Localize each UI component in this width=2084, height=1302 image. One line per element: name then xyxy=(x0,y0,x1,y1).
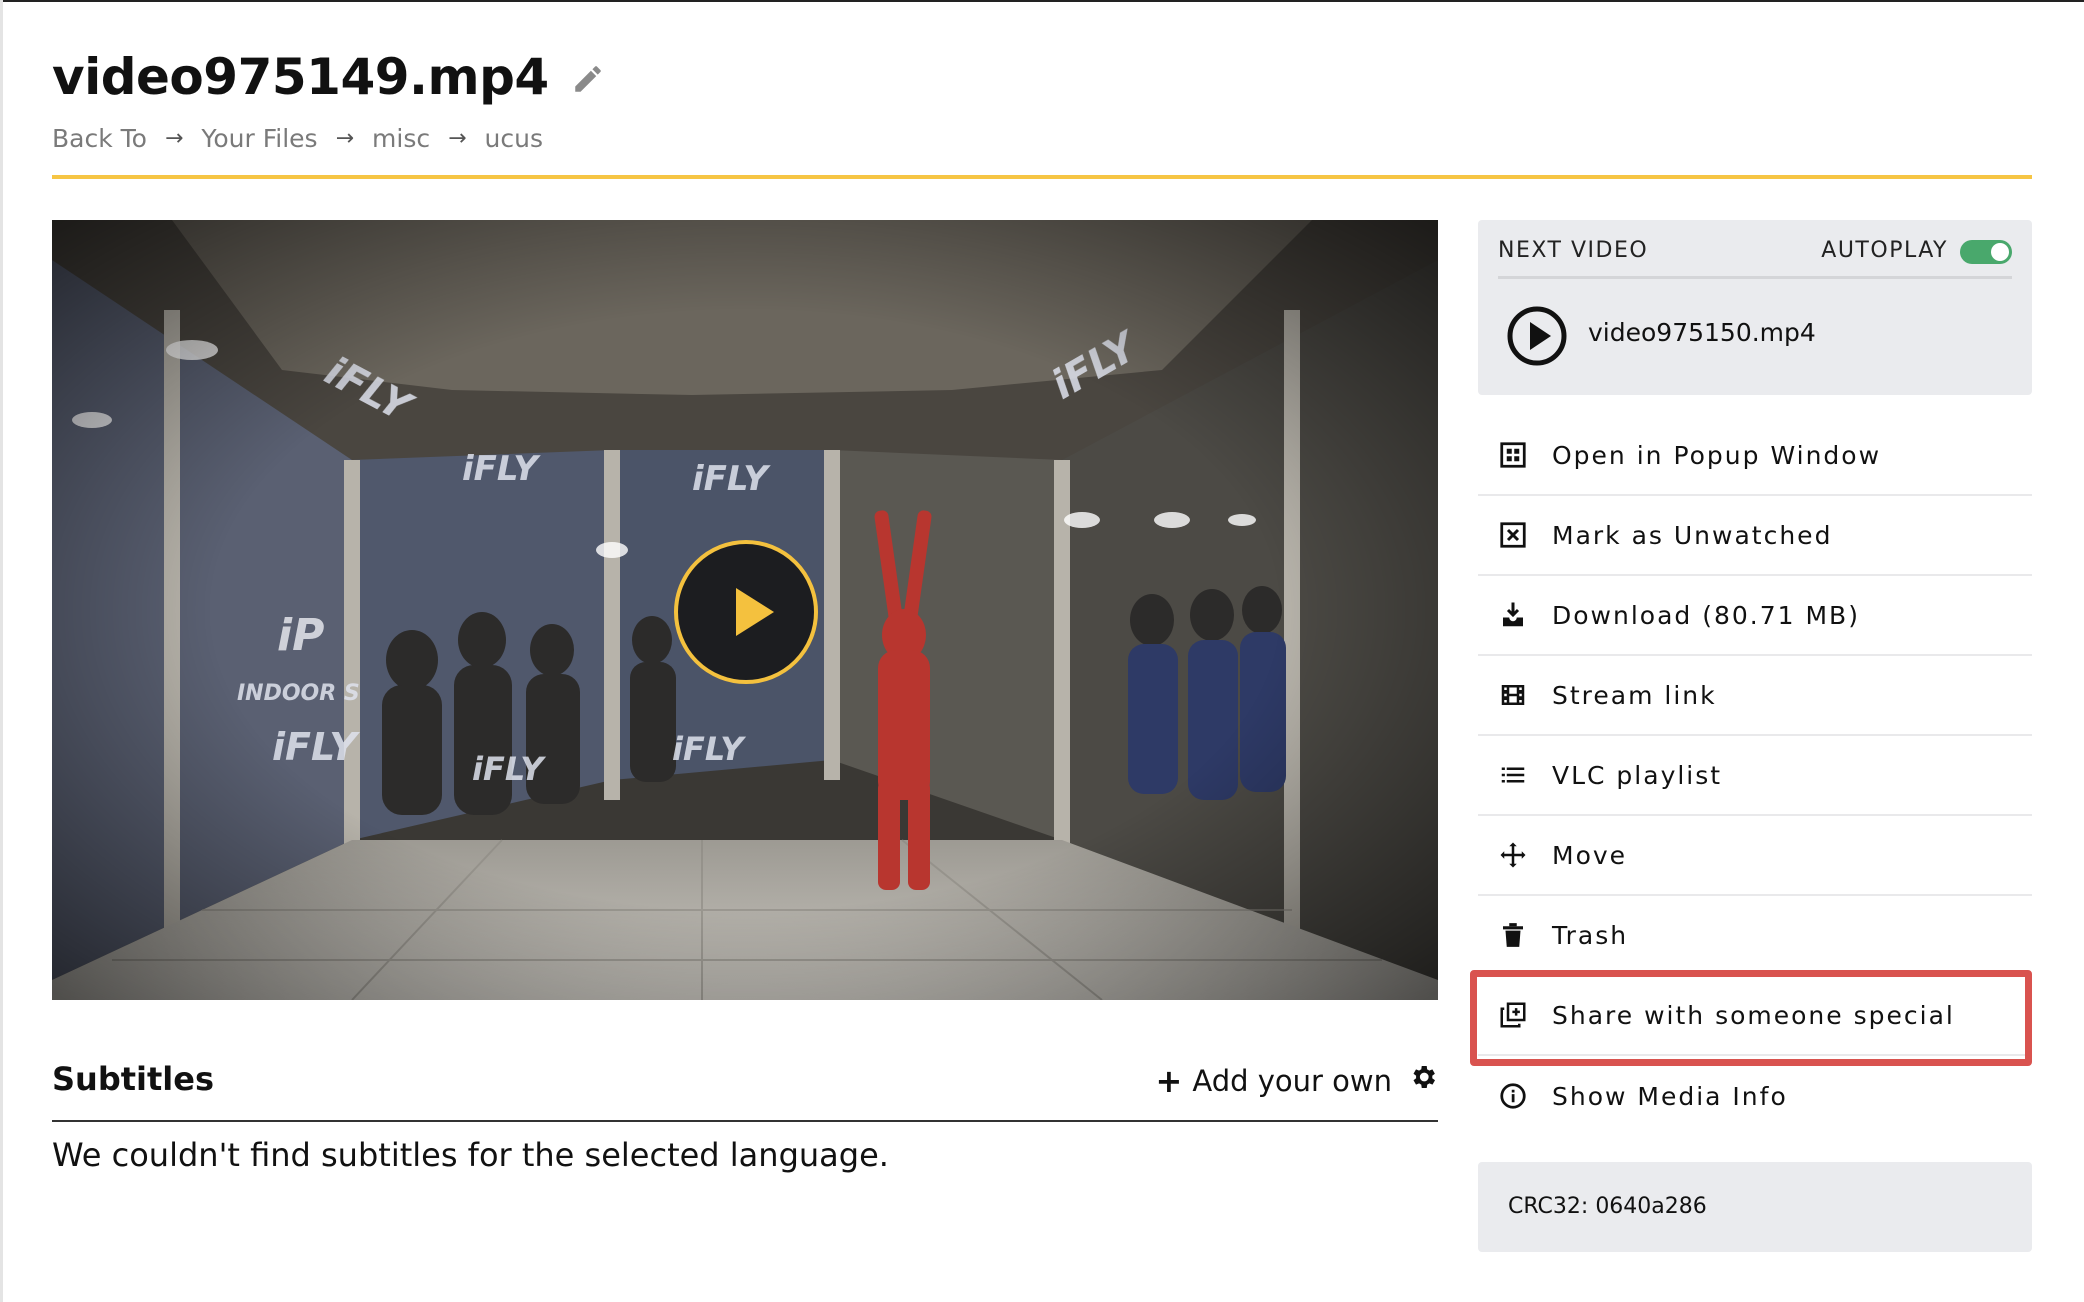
subtitles-message: We couldn't find subtitles for the selec… xyxy=(52,1136,889,1174)
title-row: video975149.mp4 xyxy=(52,48,605,106)
breadcrumb-ucus[interactable]: ucus xyxy=(485,124,543,153)
play-circle-icon[interactable] xyxy=(1506,305,1568,367)
next-video-card: NEXT VIDEO AUTOPLAY video975150.mp4 xyxy=(1478,220,2032,395)
next-video-divider xyxy=(1498,276,2012,279)
menu-label: Mark as Unwatched xyxy=(1552,520,1833,550)
arrow-right-icon: → xyxy=(335,126,355,151)
subtitles-title: Subtitles xyxy=(52,1060,215,1098)
menu-label: Open in Popup Window xyxy=(1552,440,1882,470)
popup-window-icon xyxy=(1500,442,1526,468)
menu-label: Show Media Info xyxy=(1552,1081,1788,1111)
arrow-right-icon: → xyxy=(164,126,184,151)
menu-download[interactable]: Download (80.71 MB) xyxy=(1478,576,2032,656)
menu-move[interactable]: Move xyxy=(1478,816,2032,896)
autoplay-toggle[interactable] xyxy=(1960,240,2012,264)
menu-media-info[interactable]: Show Media Info xyxy=(1478,1056,2032,1136)
video-play-button[interactable] xyxy=(674,540,818,684)
menu-trash[interactable]: Trash xyxy=(1478,896,2032,976)
crc-value: CRC32: 0640a286 xyxy=(1508,1194,1707,1219)
video-player[interactable]: iFLY iFLY iFLY iFLY iFLY iFLY iFLY INDOO… xyxy=(52,220,1438,1000)
edit-pencil-icon[interactable] xyxy=(571,62,605,96)
arrow-right-icon: → xyxy=(448,126,467,151)
share-icon xyxy=(1500,1002,1526,1028)
menu-vlc-playlist[interactable]: VLC playlist xyxy=(1478,736,2032,816)
menu-mark-unwatched[interactable]: Mark as Unwatched xyxy=(1478,496,2032,576)
menu-share[interactable]: Share with someone special xyxy=(1478,976,2032,1056)
info-icon xyxy=(1500,1083,1526,1109)
menu-label: Stream link xyxy=(1552,680,1717,710)
gear-icon[interactable] xyxy=(1408,1062,1438,1092)
breadcrumb: Back To → Your Files → misc → ucus xyxy=(52,124,543,153)
download-icon xyxy=(1503,602,1523,627)
top-border xyxy=(0,0,2084,2)
menu-label: Share with someone special xyxy=(1552,1000,1955,1030)
menu-label: Download (80.71 MB) xyxy=(1552,600,1860,630)
move-icon xyxy=(1500,842,1526,868)
plus-icon: + xyxy=(1155,1062,1183,1100)
breadcrumb-your-files[interactable]: Your Files xyxy=(201,124,317,153)
mark-unwatched-icon xyxy=(1500,522,1526,548)
crc-panel: CRC32: 0640a286 xyxy=(1478,1162,2032,1252)
subtitles-header: Subtitles + Add your own xyxy=(52,1052,1438,1122)
breadcrumb-back-to[interactable]: Back To xyxy=(52,124,147,153)
toggle-knob xyxy=(1991,243,2009,261)
breadcrumb-misc[interactable]: misc xyxy=(372,124,430,153)
next-video-label: NEXT VIDEO xyxy=(1498,238,1649,263)
left-border xyxy=(0,0,3,1302)
menu-label: VLC playlist xyxy=(1552,760,1723,790)
menu-stream-link[interactable]: Stream link xyxy=(1478,656,2032,736)
trash-icon xyxy=(1503,923,1523,947)
menu-label: Move xyxy=(1552,840,1628,870)
next-video-title[interactable]: video975150.mp4 xyxy=(1588,318,1816,347)
add-subtitles-button[interactable]: + Add your own xyxy=(1156,1062,1392,1100)
menu-label: Trash xyxy=(1552,920,1629,950)
header-divider xyxy=(52,175,2032,179)
list-icon xyxy=(1501,767,1525,783)
add-subtitles-label: Add your own xyxy=(1192,1064,1392,1098)
autoplay-label: AUTOPLAY xyxy=(1821,238,1948,263)
play-icon xyxy=(736,588,774,636)
action-menu: Open in Popup Window Mark as Unwatched D… xyxy=(1478,416,2032,1136)
menu-open-popup[interactable]: Open in Popup Window xyxy=(1478,416,2032,496)
page-title: video975149.mp4 xyxy=(52,48,549,106)
film-icon xyxy=(1501,685,1525,705)
